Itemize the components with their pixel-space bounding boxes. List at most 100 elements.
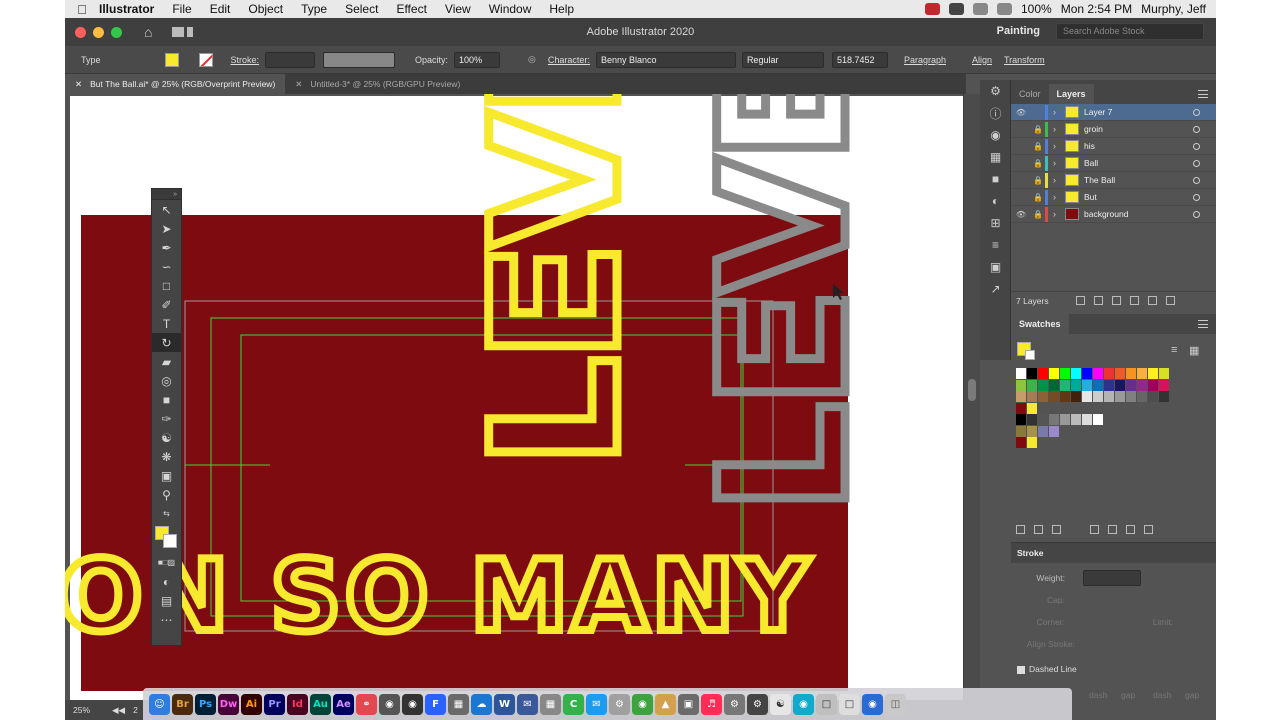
color-swatch[interactable] <box>1137 379 1148 391</box>
tab-layers[interactable]: Layers <box>1048 84 1094 104</box>
color-swatch[interactable] <box>1093 414 1104 425</box>
expand-arrow-icon[interactable]: › <box>1053 158 1065 168</box>
expand-arrow-icon[interactable]: › <box>1053 141 1065 151</box>
menu-view[interactable]: View <box>445 2 471 16</box>
color-swatch[interactable] <box>1082 391 1093 402</box>
color-swatch[interactable] <box>1071 368 1082 379</box>
color-swatch[interactable] <box>1093 391 1104 402</box>
list-view-icon[interactable]: ≡ <box>1171 344 1177 356</box>
layer-name[interactable]: Layer 7 <box>1084 107 1112 117</box>
delete-layer-icon[interactable] <box>1165 296 1175 305</box>
brush-definition[interactable] <box>323 51 396 68</box>
target-icon[interactable] <box>1193 210 1200 218</box>
swatch-libraries-icon[interactable] <box>1016 524 1025 534</box>
app-icon[interactable]: ⚙ <box>747 693 768 715</box>
zoom-level[interactable]: 25% <box>73 705 90 715</box>
app-icon[interactable]: ▣ <box>678 693 699 715</box>
layer-row[interactable]: 🔒 › groin <box>1011 121 1216 138</box>
panel-menu-icon[interactable] <box>1198 90 1208 98</box>
color-swatch[interactable] <box>1115 379 1126 391</box>
color-swatch[interactable] <box>1038 368 1049 379</box>
properties-icon[interactable]: ⚙ <box>980 80 1011 102</box>
level-text-gray[interactable]: LEVEL <box>678 94 892 519</box>
app-icon[interactable]: ✉ <box>517 693 538 715</box>
color-swatch[interactable] <box>1016 402 1027 414</box>
menu-help[interactable]: Help <box>549 2 574 16</box>
menu-effect[interactable]: Effect <box>396 2 426 16</box>
align-link[interactable]: Align <box>972 55 992 65</box>
tab-color[interactable]: Color <box>1011 84 1049 104</box>
app-icon[interactable]: □ <box>839 693 860 715</box>
home-icon[interactable]: ⌂ <box>144 25 160 39</box>
expand-arrow-icon[interactable]: › <box>1053 209 1065 219</box>
layer-row[interactable]: 🔒 › But <box>1011 189 1216 206</box>
swatch-options-icon[interactable] <box>1090 524 1099 534</box>
stroke-label[interactable]: Stroke: <box>231 55 260 65</box>
color-swatch[interactable] <box>1027 402 1038 414</box>
arrange-documents-icon[interactable] <box>172 25 200 39</box>
color-swatch[interactable] <box>1137 368 1148 379</box>
color-swatch[interactable] <box>1027 368 1038 379</box>
color-swatch[interactable] <box>1027 425 1038 437</box>
color-swatch[interactable] <box>1093 368 1104 379</box>
finder-icon[interactable]: ☺ <box>149 693 170 715</box>
cloud-icon[interactable]: ☁ <box>471 693 492 715</box>
menu-edit[interactable]: Edit <box>210 2 231 16</box>
app-icon[interactable]: ◉ <box>793 693 814 715</box>
after-effects-icon[interactable]: Ae <box>333 693 354 715</box>
draw-mode-icon[interactable]: ◐ <box>152 572 181 591</box>
wifi-icon[interactable] <box>973 3 988 15</box>
app-icon[interactable]: ♬ <box>701 693 722 715</box>
color-swatch[interactable] <box>1049 391 1060 402</box>
expand-arrow-icon[interactable]: › <box>1053 124 1065 134</box>
new-sublayer-icon[interactable] <box>1129 296 1139 305</box>
trash-icon[interactable]: ◫ <box>885 693 906 715</box>
panel-menu-icon[interactable] <box>1198 320 1208 328</box>
layer-row[interactable]: 👁 › Layer 7 <box>1011 104 1216 121</box>
shape-builder-tool-icon[interactable]: ◎ <box>152 371 181 390</box>
swap-fill-stroke-icon[interactable]: ⇆ <box>152 504 181 523</box>
eyedropper-tool-icon[interactable]: ✑ <box>152 409 181 428</box>
clipping-mask-icon[interactable] <box>1111 296 1121 305</box>
color-swatch[interactable] <box>1016 391 1027 402</box>
artboard-number[interactable]: 2 <box>133 705 138 715</box>
color-swatch[interactable] <box>1159 368 1170 379</box>
color-swatch[interactable] <box>1071 391 1082 402</box>
audition-icon[interactable]: Au <box>310 693 331 715</box>
color-swatch[interactable] <box>1148 368 1159 379</box>
color-swatch[interactable] <box>1115 368 1126 379</box>
fill-stroke-swatches[interactable] <box>152 523 181 553</box>
app-icon[interactable]: □ <box>816 693 837 715</box>
color-swatch[interactable] <box>1060 379 1071 391</box>
font-size-field[interactable]: 518.7452 <box>831 51 888 68</box>
graphic-styles-icon[interactable]: ▦ <box>980 146 1011 168</box>
layer-row[interactable]: 🔒 › his <box>1011 138 1216 155</box>
user-name[interactable]: Murphy, Jeff <box>1141 2 1206 16</box>
adobe-stock-search[interactable]: Search Adobe Stock <box>1056 23 1204 40</box>
maximize-window-icon[interactable] <box>111 26 122 38</box>
gradient-panel-icon[interactable]: ■ <box>980 168 1011 190</box>
stroke-weight-field[interactable] <box>265 51 316 68</box>
color-swatch[interactable] <box>1027 391 1038 402</box>
target-icon[interactable] <box>1193 193 1200 201</box>
vertical-scrollbar[interactable] <box>963 94 980 700</box>
app-icon[interactable]: ⚙ <box>609 693 630 715</box>
app-icon[interactable]: ◉ <box>632 693 653 715</box>
tab-swatches[interactable]: Swatches <box>1011 314 1069 334</box>
first-artboard-icon[interactable]: ◀◀ <box>112 705 125 716</box>
stroke-swatch[interactable] <box>163 534 177 548</box>
app-icon[interactable]: F <box>425 693 446 715</box>
app-icon[interactable]: ▲ <box>655 693 676 715</box>
lock-icon[interactable]: 🔒 <box>1031 176 1045 185</box>
battery-percent[interactable]: 100% <box>1021 2 1052 16</box>
rectangle-tool-icon[interactable]: □ <box>152 276 181 295</box>
app-icon[interactable]: ▦ <box>448 693 469 715</box>
app-icon[interactable]: ◉ <box>862 693 883 715</box>
color-swatch[interactable] <box>1071 414 1082 425</box>
bridge-icon[interactable]: Br <box>172 693 193 715</box>
app-icon[interactable]: C <box>563 693 584 715</box>
lock-icon[interactable]: 🔒 <box>1031 125 1045 134</box>
color-mode-icons[interactable]: ■□▨ <box>152 553 181 572</box>
target-icon[interactable] <box>1193 108 1200 116</box>
layer-row[interactable]: 🔒 › The Ball <box>1011 172 1216 189</box>
